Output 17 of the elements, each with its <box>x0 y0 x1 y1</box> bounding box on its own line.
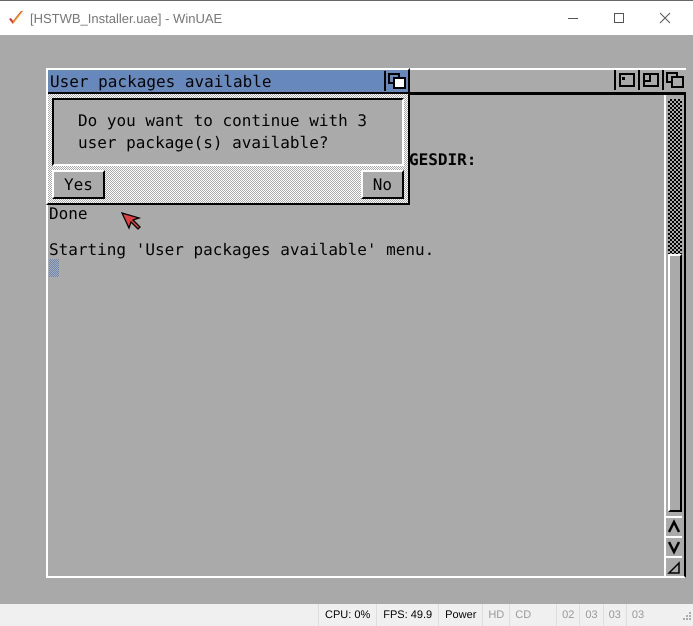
status-indicator: CPU: 0% <box>318 604 376 626</box>
dialog-message: Do you want to continue with 3 user package(s) available? <box>78 111 367 152</box>
status-indicator: FPS: 49.9 <box>376 604 438 626</box>
status-indicator: HD <box>482 604 510 626</box>
window-title: [HSTWB_Installer.uae] - WinUAE <box>30 10 222 26</box>
console-text: GESDIR: <box>409 150 476 169</box>
status-indicator: Power <box>438 604 482 626</box>
console-text: Done <box>49 204 88 223</box>
no-button[interactable]: No <box>360 170 404 199</box>
status-indicator: 03 <box>579 604 603 626</box>
status-indicator: 02 <box>556 604 580 626</box>
yes-button[interactable]: Yes <box>52 170 105 199</box>
status-indicator: CD <box>509 604 536 626</box>
dialog-title: User packages available <box>49 72 273 90</box>
status-indicator: 03 <box>626 604 650 626</box>
status-indicator: 03 <box>602 604 626 626</box>
console-text: Starting 'User packages available' menu. <box>49 240 434 259</box>
